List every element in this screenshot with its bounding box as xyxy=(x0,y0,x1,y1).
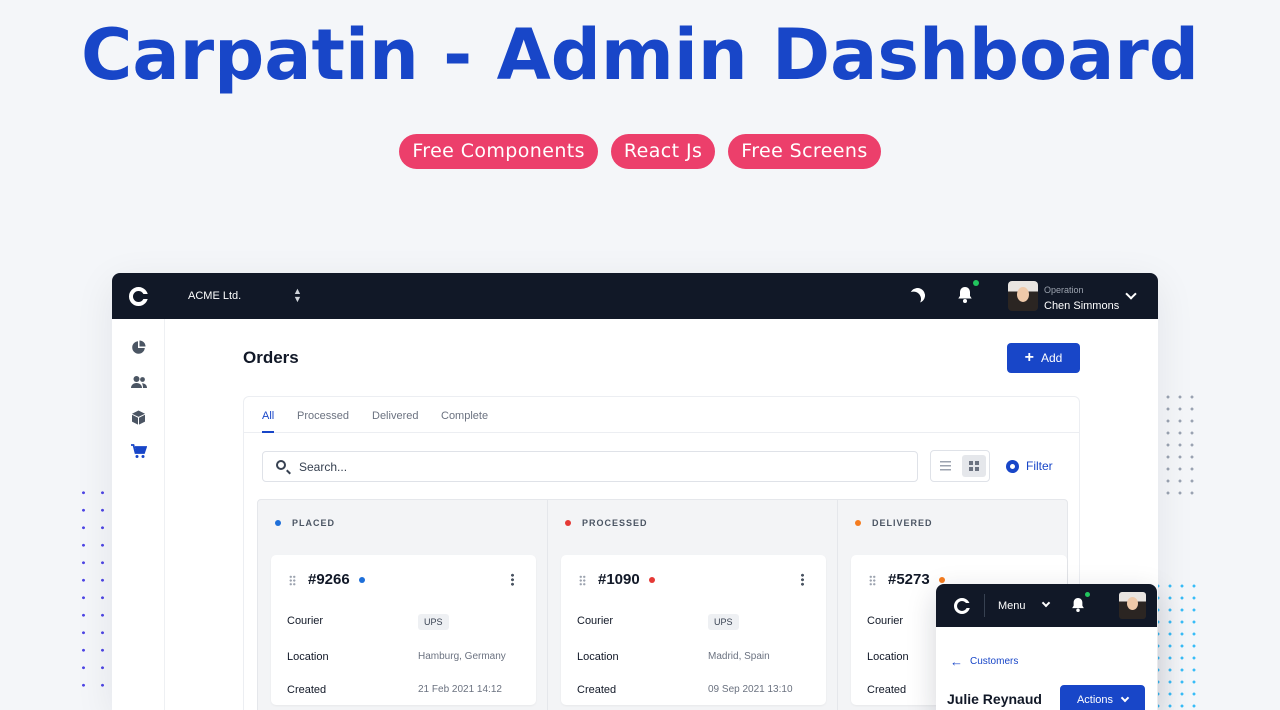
avatar[interactable] xyxy=(1008,281,1038,311)
feature-pills: Free Components React Js Free Screens xyxy=(0,134,1280,169)
order-tabs: All Processed Delivered Complete xyxy=(244,397,1079,433)
location-value: Hamburg, Germany xyxy=(418,651,506,662)
column-title: PLACED xyxy=(292,518,336,528)
column-title: PROCESSED xyxy=(582,518,648,528)
search-input[interactable] xyxy=(299,452,899,481)
list-view-icon[interactable] xyxy=(940,461,951,471)
pill-free-screens: Free Screens xyxy=(728,134,881,169)
more-vertical-icon[interactable] xyxy=(801,573,804,586)
avatar[interactable] xyxy=(1119,592,1146,619)
mobile-menu-button[interactable]: Menu xyxy=(998,600,1026,612)
add-order-button[interactable]: + Add xyxy=(1007,343,1080,373)
status-dot xyxy=(358,576,365,583)
drag-handle-icon[interactable] xyxy=(869,575,876,586)
chevron-down-icon[interactable] xyxy=(1041,598,1051,608)
created-label: Created xyxy=(867,684,907,696)
column-header: PROCESSED xyxy=(565,518,648,528)
chevron-down-icon xyxy=(1120,693,1130,703)
status-dot xyxy=(648,576,655,583)
location-value: Madrid, Spain xyxy=(708,651,770,662)
courier-label: Courier xyxy=(577,615,614,627)
filter-button[interactable]: Filter xyxy=(1006,459,1053,473)
column-processed: PROCESSED #1090 Courier UPS Location Mad… xyxy=(548,500,838,710)
grid-view-icon[interactable] xyxy=(962,455,986,477)
add-button-label: Add xyxy=(1040,351,1063,365)
bell-icon[interactable] xyxy=(957,280,979,304)
created-label: Created xyxy=(287,684,327,696)
arrow-left-icon: ← xyxy=(950,654,963,669)
organization-switcher[interactable]: ACME Ltd. xyxy=(188,290,241,302)
user-role: Operation xyxy=(1044,285,1084,295)
order-card[interactable]: #9266 Courier UPS Location Hamburg, Germ… xyxy=(271,555,536,705)
order-number: #1090 xyxy=(598,571,640,588)
column-header: DELIVERED xyxy=(855,518,933,528)
tab-delivered[interactable]: Delivered xyxy=(372,410,418,422)
actions-button[interactable]: Actions xyxy=(1060,685,1145,710)
location-label: Location xyxy=(577,651,619,663)
order-id: #9266 xyxy=(308,571,365,588)
created-value: 09 Sep 2021 13:10 xyxy=(708,684,793,695)
drag-handle-icon[interactable] xyxy=(289,575,296,586)
courier-badge: UPS xyxy=(708,614,739,630)
view-toggle xyxy=(930,450,990,482)
tab-processed[interactable]: Processed xyxy=(297,410,349,422)
mobile-preview: Menu ← Customers Julie Reynaud Actions xyxy=(936,584,1157,710)
created-value: 21 Feb 2021 14:12 xyxy=(418,684,502,695)
courier-badge: UPS xyxy=(418,614,449,630)
status-dot xyxy=(938,576,945,583)
carpatin-logo-icon[interactable] xyxy=(129,287,148,306)
customer-name: Julie Reynaud xyxy=(947,691,1042,707)
status-dot xyxy=(565,520,571,526)
pill-free-components: Free Components xyxy=(399,134,598,169)
courier-label: Courier xyxy=(867,615,904,627)
hero-title: Carpatin - Admin Dashboard xyxy=(81,14,1199,96)
mobile-top-bar: Menu xyxy=(936,584,1157,627)
chevron-up-down-icon[interactable]: ▲ ▼ xyxy=(293,287,302,304)
back-label: Customers xyxy=(970,656,1019,667)
moon-icon[interactable] xyxy=(908,286,927,305)
more-vertical-icon[interactable] xyxy=(511,573,514,586)
cube-icon[interactable] xyxy=(131,410,146,425)
search-icon xyxy=(276,460,286,470)
column-placed: PLACED #9266 Courier UPS Location Hambur… xyxy=(258,500,548,710)
column-title: DELIVERED xyxy=(872,518,933,528)
gear-icon xyxy=(1006,459,1019,473)
back-to-customers-link[interactable]: ← Customers xyxy=(950,655,1018,668)
notification-dot xyxy=(1085,592,1090,597)
order-number: #9266 xyxy=(308,571,350,588)
actions-label: Actions xyxy=(1076,693,1114,706)
tab-complete[interactable]: Complete xyxy=(441,410,488,422)
tab-all[interactable]: All xyxy=(262,410,275,433)
status-dot xyxy=(275,520,281,526)
decorative-dots-bottom-right xyxy=(1152,580,1204,710)
divider xyxy=(984,594,985,617)
bell-icon[interactable] xyxy=(1071,592,1090,613)
page-title: Orders xyxy=(243,348,299,367)
created-label: Created xyxy=(577,684,617,696)
user-name[interactable]: Chen Simmons xyxy=(1044,300,1119,312)
courier-label: Courier xyxy=(287,615,324,627)
status-dot xyxy=(855,520,861,526)
pie-chart-icon[interactable] xyxy=(131,340,146,355)
plus-icon: + xyxy=(1024,349,1034,366)
column-header: PLACED xyxy=(275,518,335,528)
location-label: Location xyxy=(867,651,909,663)
drag-handle-icon[interactable] xyxy=(579,575,586,586)
sidebar xyxy=(112,319,165,710)
search-box xyxy=(262,451,918,482)
order-number: #5273 xyxy=(888,571,930,588)
users-icon[interactable] xyxy=(131,375,147,390)
filter-label: Filter xyxy=(1026,459,1053,473)
pill-react-js: React Js xyxy=(610,134,716,169)
notification-dot xyxy=(973,280,979,286)
chevron-down-icon[interactable] xyxy=(1125,288,1137,300)
carpatin-logo-icon[interactable] xyxy=(954,598,971,614)
order-card[interactable]: #1090 Courier UPS Location Madrid, Spain… xyxy=(561,555,826,705)
location-label: Location xyxy=(287,651,329,663)
top-bar: ACME Ltd. ▲ ▼ Operation Chen Simmons xyxy=(112,273,1158,319)
order-id: #1090 xyxy=(598,571,655,588)
cart-icon[interactable] xyxy=(131,444,148,459)
